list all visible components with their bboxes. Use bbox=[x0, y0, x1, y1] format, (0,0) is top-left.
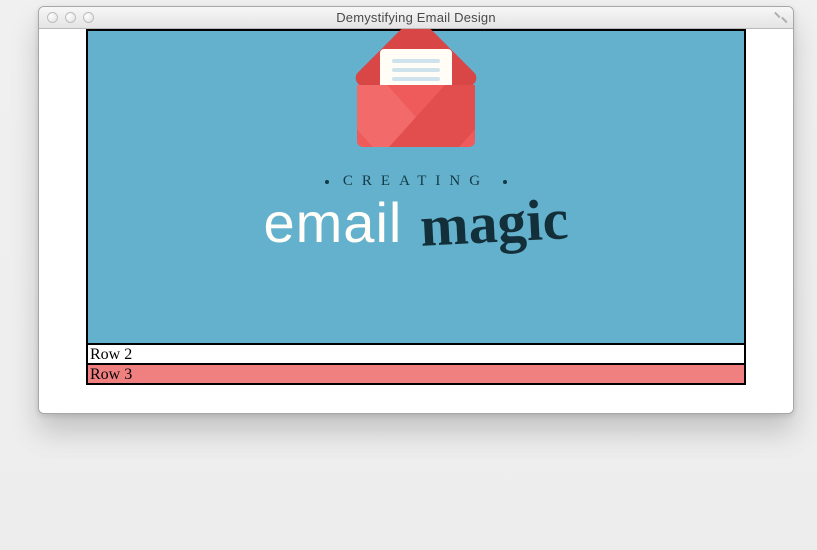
window-title: Demystifying Email Design bbox=[39, 10, 793, 25]
window-content: CREATING email magic Row 2 Row 3 bbox=[39, 29, 793, 413]
table-row: Row 3 bbox=[87, 364, 745, 384]
app-window: Demystifying Email Design bbox=[38, 6, 794, 414]
hero-tagline: email magic bbox=[264, 194, 569, 252]
row2-label: Row 2 bbox=[90, 346, 132, 363]
dot-icon bbox=[503, 180, 507, 184]
hero-graphic: CREATING email magic bbox=[88, 59, 744, 252]
resize-icon[interactable] bbox=[774, 10, 788, 24]
zoom-icon[interactable] bbox=[83, 12, 94, 23]
titlebar[interactable]: Demystifying Email Design bbox=[39, 7, 793, 29]
dot-icon bbox=[325, 180, 329, 184]
tagline-word-1: email bbox=[264, 195, 403, 251]
row3-label: Row 3 bbox=[90, 366, 132, 383]
hero-label-text: CREATING bbox=[343, 173, 489, 190]
email-template: CREATING email magic Row 2 Row 3 bbox=[86, 29, 746, 385]
hero-label-top: CREATING bbox=[325, 173, 507, 190]
hero-row: CREATING email magic bbox=[87, 30, 745, 344]
minimize-icon[interactable] bbox=[65, 12, 76, 23]
tagline-word-2: magic bbox=[419, 190, 570, 256]
close-icon[interactable] bbox=[47, 12, 58, 23]
table-row: Row 2 bbox=[87, 344, 745, 364]
window-controls bbox=[39, 12, 94, 23]
envelope-icon bbox=[357, 59, 475, 147]
